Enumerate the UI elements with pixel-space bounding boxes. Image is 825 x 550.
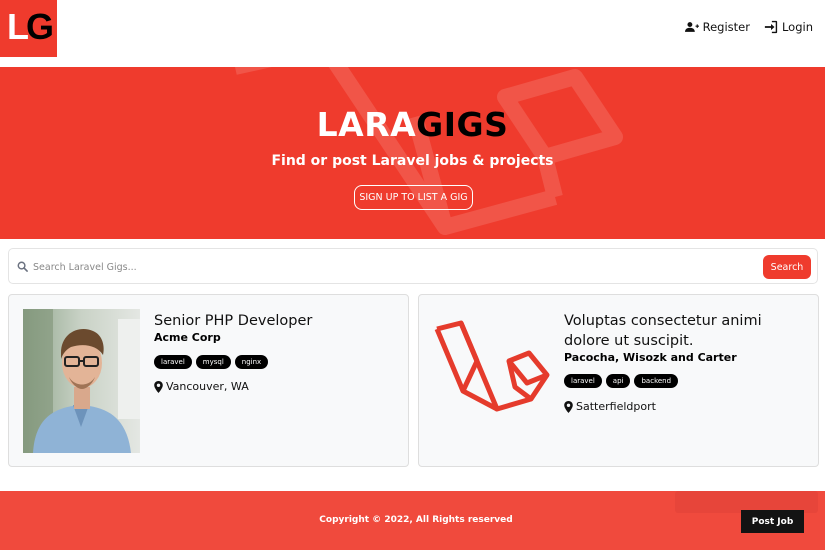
hero-title-gigs: GIGS: [416, 105, 509, 144]
signup-cta-button[interactable]: SIGN UP TO LIST A GIG: [354, 185, 473, 210]
sign-in-icon: [764, 20, 778, 34]
logo-letter-g: G: [26, 6, 54, 47]
search-input[interactable]: [33, 257, 733, 277]
gig-location-text: Vancouver, WA: [166, 380, 249, 393]
gig-thumbnail-photo[interactable]: [23, 309, 140, 453]
map-marker-icon: [154, 380, 163, 393]
gig-tags: laravel mysql nginx: [154, 355, 269, 369]
gig-location-text: Satterfieldport: [576, 400, 656, 413]
hero-banner: LARAGIGS Find or post Laravel jobs & pro…: [0, 67, 825, 239]
gig-title[interactable]: Voluptas consectetur animi dolore ut sus…: [564, 311, 809, 351]
gig-company: Pacocha, Wisozk and Carter: [564, 351, 737, 364]
register-link[interactable]: Register: [684, 20, 750, 34]
gig-card[interactable]: Senior PHP Developer Acme Corp laravel m…: [8, 294, 409, 467]
tag-pill[interactable]: backend: [634, 374, 679, 388]
hero-title: LARAGIGS: [0, 105, 825, 144]
map-marker-icon: [564, 400, 573, 413]
tag-pill[interactable]: laravel: [564, 374, 602, 388]
gig-location: Vancouver, WA: [154, 380, 249, 393]
hero-title-lara: LARA: [316, 105, 417, 144]
tag-pill[interactable]: nginx: [234, 355, 269, 369]
gig-location: Satterfieldport: [564, 400, 656, 413]
search-icon: [17, 261, 28, 272]
logo-letter-l: L: [7, 6, 29, 47]
tag-pill[interactable]: laravel: [154, 355, 192, 369]
hero-subtitle: Find or post Laravel jobs & projects: [271, 153, 554, 169]
gig-company: Acme Corp: [154, 331, 221, 344]
register-label: Register: [702, 20, 750, 34]
gig-tags: laravel api backend: [564, 374, 679, 388]
laragigs-logo[interactable]: LG: [0, 0, 57, 57]
gig-title[interactable]: Senior PHP Developer: [154, 311, 399, 331]
post-job-button[interactable]: Post Job: [741, 510, 804, 533]
top-navbar: LG Register Login: [0, 0, 825, 67]
tag-pill[interactable]: mysql: [195, 355, 231, 369]
laravel-logo-icon[interactable]: [433, 309, 550, 453]
auth-nav: Register Login: [684, 20, 813, 34]
user-plus-icon: [684, 22, 699, 32]
search-bar: Search: [8, 248, 818, 284]
login-link[interactable]: Login: [764, 20, 813, 34]
tag-pill[interactable]: api: [605, 374, 631, 388]
gig-card[interactable]: Voluptas consectetur animi dolore ut sus…: [418, 294, 819, 467]
page-footer: Copyright © 2022, All Rights reserved Po…: [0, 491, 825, 550]
search-button[interactable]: Search: [763, 255, 811, 279]
copyright-text: Copyright © 2022, All Rights reserved: [319, 515, 513, 525]
login-label: Login: [781, 20, 813, 34]
